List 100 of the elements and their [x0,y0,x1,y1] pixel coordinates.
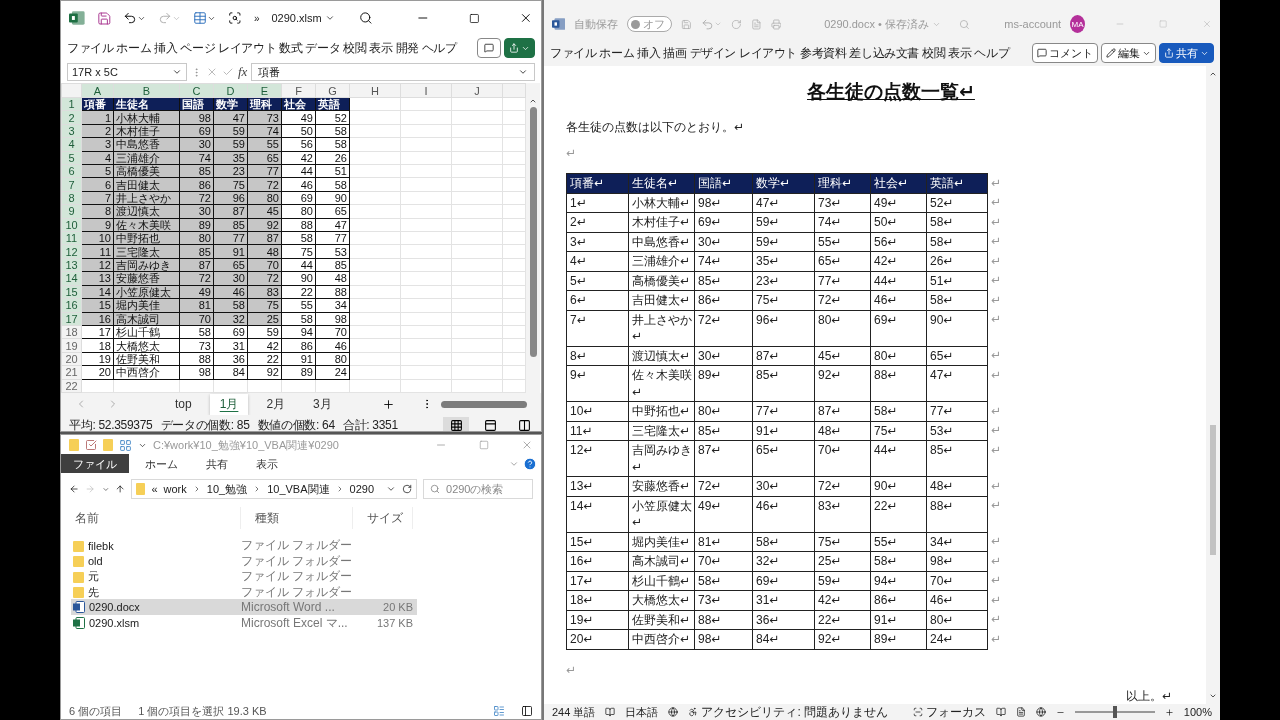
column-header[interactable]: I [400,83,452,98]
caret-icon[interactable] [324,13,335,23]
maximize-icon[interactable] [469,12,480,24]
zoom-slider-thumb[interactable] [1112,706,1117,718]
file-row[interactable]: 元 ファイル フォルダー [71,568,417,584]
zoom-level[interactable]: 100% [1183,706,1212,718]
share-button[interactable] [504,38,535,58]
ribbon-tab[interactable]: 校閲 [922,44,946,62]
sheet-tab[interactable]: top [165,395,202,413]
ribbon-tab[interactable]: 参考資料 [800,44,847,62]
properties-icon[interactable] [85,439,97,451]
ribbon-tab[interactable]: 描画 [663,44,687,62]
ribbon-tab[interactable]: 挿入 [637,44,661,62]
sheet-tab[interactable]: 3月 [303,393,342,415]
share-button[interactable]: 共有 [1159,43,1214,63]
ribbon-tab[interactable]: 表示 [244,453,290,475]
ribbon-tab[interactable]: ファイル [550,44,597,62]
file-row[interactable]: old ファイル フォルダー [71,552,417,568]
ribbon-tab[interactable]: ヘルプ [974,44,1010,62]
column-header[interactable]: D [213,83,248,98]
column-header[interactable]: J [451,83,503,98]
name-box[interactable]: 17R x 5C [67,63,187,81]
refresh-icon[interactable] [402,484,412,494]
file-row[interactable]: 先 ファイル フォルダー [71,583,417,599]
file-row[interactable]: filebk ファイル フォルダー [71,537,417,553]
ribbon-tab[interactable]: レイアウト [739,44,798,62]
column-header[interactable]: G [315,83,350,98]
account-avatar[interactable]: MA [1070,15,1086,33]
ribbon-tab[interactable]: デザイン [689,44,737,62]
ribbon-tab[interactable]: 校閲 [343,39,367,57]
ribbon-tab[interactable]: 表示 [369,39,393,57]
add-sheet-icon[interactable] [381,397,395,411]
breadcrumb-item[interactable]: 10_勉強 [206,481,248,497]
breadcrumb-item[interactable]: 0290 [349,483,374,495]
ribbon-tab[interactable]: 挿入 [154,39,178,57]
save-icon[interactable] [96,10,112,26]
focus-button[interactable]: フォーカス [925,703,986,720]
breadcrumb-item[interactable]: 10_VBA関連 [267,481,330,497]
normal-view-icon[interactable] [443,417,469,431]
vertical-scrollbar[interactable] [1206,66,1220,704]
scroll-down-icon[interactable] [1209,692,1217,700]
comment-button[interactable]: コメント [1032,43,1098,63]
function-button[interactable]: fx [238,64,248,80]
breadcrumb-overflow[interactable]: « [151,483,158,495]
column-header[interactable]: 名前 [61,507,241,529]
ribbon-tab[interactable]: ホーム [599,44,635,62]
breadcrumb-item[interactable]: work [163,483,187,495]
column-header[interactable]: F [281,83,316,98]
close-icon[interactable] [519,11,533,25]
ribbon-tab[interactable]: ホーム [116,39,152,57]
tiles-view-icon[interactable] [521,705,533,717]
ribbon-tab[interactable]: ファイル [67,39,114,57]
column-header[interactable]: H [349,83,401,98]
up-icon[interactable] [115,483,126,495]
view-icon[interactable] [119,438,132,452]
details-view-icon[interactable] [493,705,505,717]
print-layout-icon[interactable] [1015,707,1026,717]
table-icon[interactable] [193,11,208,25]
frame-icon[interactable] [228,11,242,25]
search-field[interactable]: 0290の検索 [423,479,533,499]
file-row[interactable]: 0290.xlsm Microsoft Excel マ... 137 KB [71,614,417,630]
ribbon-tab[interactable]: ホーム [133,453,190,475]
scroll-up-icon[interactable] [1209,70,1217,78]
scroll-up-icon[interactable] [529,97,537,105]
more-commands[interactable]: » [253,12,260,24]
ribbon-tab[interactable]: ページ レイアウト [180,39,277,57]
back-icon[interactable] [69,483,80,495]
focus-icon[interactable] [912,707,923,717]
zoom-in-icon[interactable] [1164,707,1174,717]
column-header[interactable]: C [179,83,214,98]
ribbon-tab[interactable]: 差し込み文書 [849,44,920,62]
column-header[interactable]: B [113,83,180,98]
ribbon-tab[interactable]: 数式 [279,39,303,57]
horizontal-scrollbar[interactable] [440,400,527,408]
column-header[interactable]: サイズ [353,507,413,529]
language-label[interactable]: 日本語 [625,704,659,720]
search-icon[interactable] [358,11,373,25]
file-row[interactable]: 0290.docx Microsoft Word ... 20 KB [71,599,417,615]
address-bar[interactable]: « work 10_勉強 10_VBA関連 0290 [131,479,417,499]
accessibility-status[interactable]: アクセシビリティ: 問題ありません [701,703,889,720]
ribbon-tab[interactable]: 共有 [194,453,240,475]
sheet-tab[interactable]: 2月 [256,393,296,415]
read-mode-icon[interactable] [995,707,1006,717]
dropdown-icon[interactable] [386,484,396,494]
word-count[interactable]: 244 単語 [552,704,596,720]
ribbon-tab[interactable]: 開発 [395,39,419,57]
edit-button[interactable]: 編集 [1101,43,1156,63]
column-header[interactable]: E [247,83,282,98]
column-header[interactable]: A [81,83,114,98]
ribbon-tab[interactable]: 表示 [948,44,972,62]
vertical-scrollbar[interactable] [526,83,540,393]
formula-bar[interactable]: 項番 [251,63,535,81]
sheet-tab[interactable]: 1月 [209,393,249,415]
help-icon[interactable] [523,457,537,471]
ribbon-tab[interactable]: データ [305,39,341,57]
comment-button[interactable] [477,38,501,58]
undo-icon[interactable] [123,11,138,25]
accessibility-icon[interactable] [688,707,699,717]
web-layout-icon[interactable] [1035,707,1046,717]
ribbon-tab[interactable]: ヘルプ [421,39,457,57]
